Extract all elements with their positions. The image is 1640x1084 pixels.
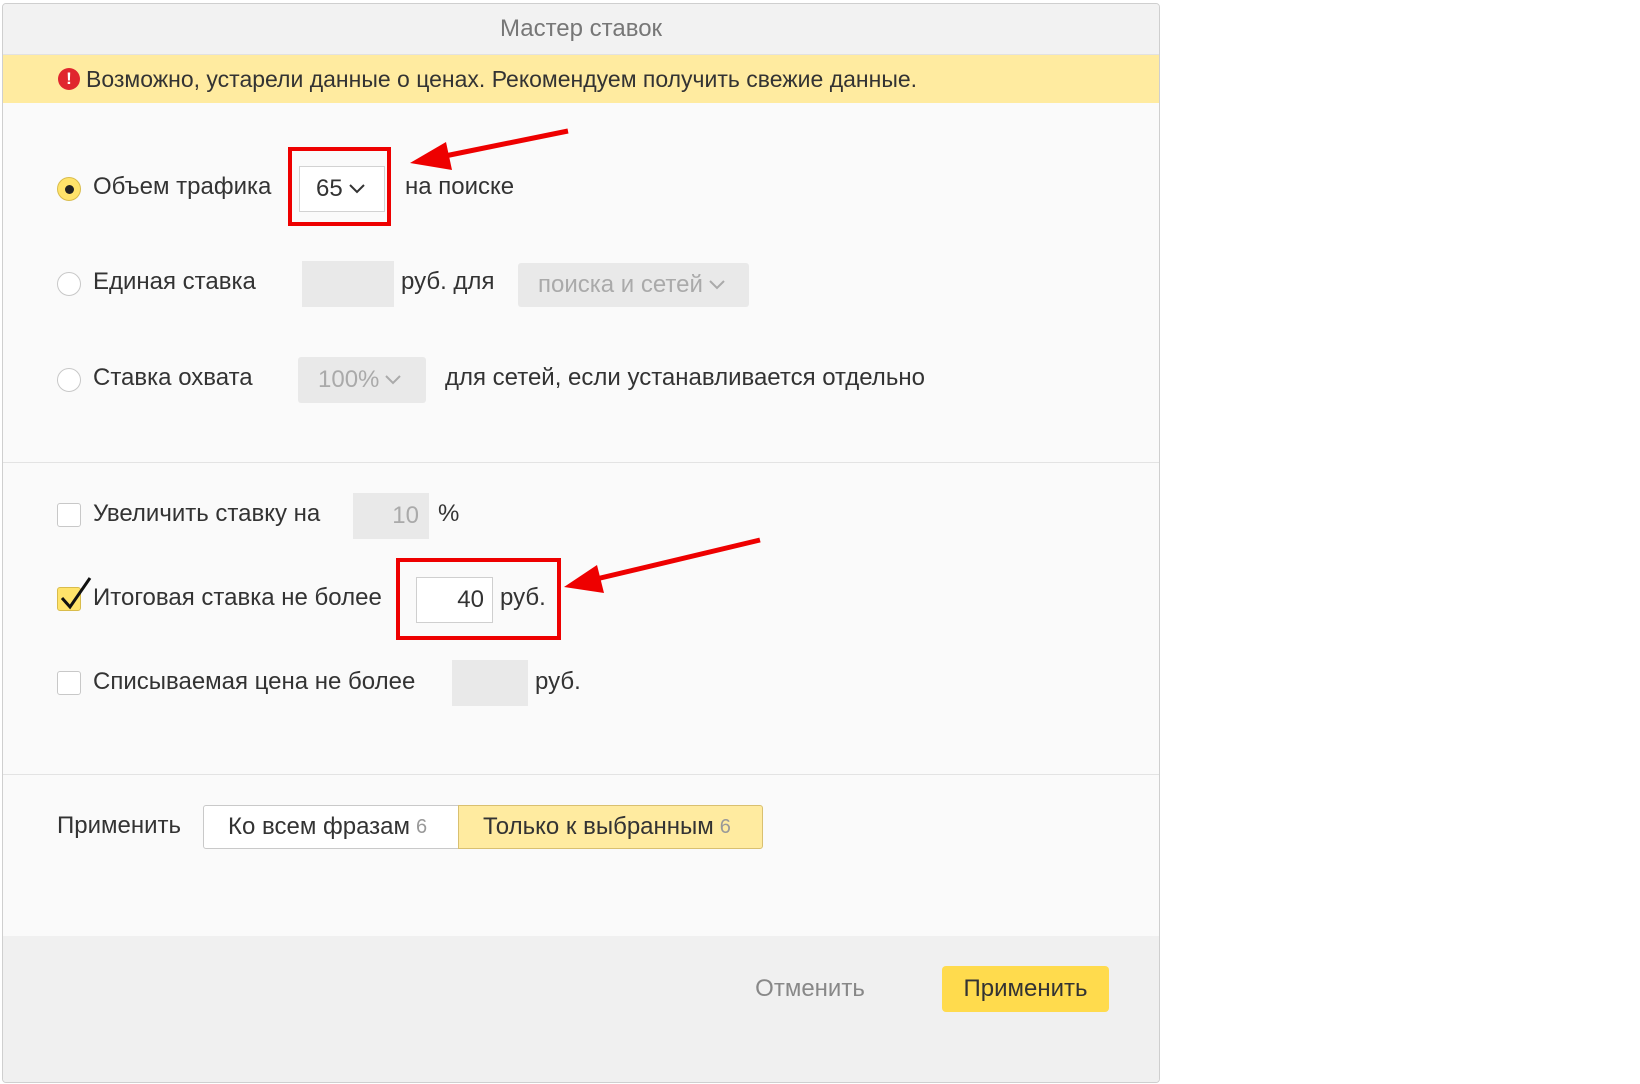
- section-divider: [3, 774, 1159, 775]
- apply-all-label: Ко всем фразам: [228, 813, 411, 840]
- exclamation-icon: !: [58, 68, 80, 90]
- max-charge-label: Списываемая цена не более: [93, 668, 416, 695]
- increase-bid-input[interactable]: 10: [353, 493, 429, 539]
- coverage-bid-select[interactable]: 100%: [298, 357, 426, 403]
- traffic-volume-label: Объем трафика: [93, 173, 272, 200]
- dialog-title: Мастер ставок: [3, 4, 1159, 55]
- section-divider: [3, 462, 1159, 463]
- radio-single-bid[interactable]: [57, 272, 81, 296]
- annotation-highlight-max-bid: [396, 558, 561, 640]
- max-charge-unit: руб.: [535, 668, 581, 695]
- apply-selected-count: 6: [719, 815, 731, 838]
- coverage-bid-label: Ставка охвата: [93, 364, 253, 391]
- single-bid-target-select[interactable]: поиска и сетей: [518, 263, 749, 307]
- chevron-down-icon: [385, 375, 402, 385]
- checkbox-max-bid[interactable]: [57, 577, 92, 611]
- checkmark-icon: [60, 577, 92, 610]
- apply-button[interactable]: Применить: [942, 966, 1109, 1012]
- increase-bid-unit: %: [438, 500, 460, 527]
- single-bid-target-value: поиска и сетей: [538, 271, 703, 298]
- coverage-bid-suffix: для сетей, если устанавливается отдельно: [445, 364, 925, 391]
- chevron-down-icon: [709, 280, 725, 290]
- radio-traffic-volume[interactable]: [57, 177, 81, 201]
- coverage-bid-value: 100%: [318, 366, 380, 393]
- radio-coverage-bid[interactable]: [57, 368, 81, 392]
- apply-all-count: 6: [416, 815, 428, 838]
- increase-bid-label: Увеличить ставку на: [93, 500, 321, 527]
- apply-selected-label: Только к выбранным: [483, 813, 714, 840]
- single-bid-input[interactable]: [302, 261, 394, 307]
- single-bid-unit: руб. для: [401, 268, 495, 295]
- checkbox-increase-bid[interactable]: [57, 503, 81, 527]
- cancel-button[interactable]: Отменить: [751, 966, 869, 1012]
- apply-to-label: Применить: [57, 812, 182, 839]
- warning-text: Возможно, устарели данные о ценах. Реком…: [86, 65, 918, 92]
- single-bid-label: Единая ставка: [93, 268, 256, 295]
- annotation-highlight-traffic: [288, 147, 391, 226]
- apply-all-phrases-button[interactable]: Ко всем фразам 6: [203, 805, 459, 849]
- bid-wizard-dialog: Мастер ставок ! Возможно, устарели данны…: [2, 3, 1160, 1083]
- stale-data-warning: ! Возможно, устарели данные о ценах. Рек…: [3, 55, 1159, 103]
- max-bid-label: Итоговая ставка не более: [93, 584, 382, 611]
- apply-selected-only-button[interactable]: Только к выбранным 6: [458, 805, 763, 849]
- checkbox-max-charge[interactable]: [57, 671, 81, 695]
- max-charge-input[interactable]: [452, 660, 528, 706]
- traffic-volume-suffix: на поиске: [405, 173, 515, 200]
